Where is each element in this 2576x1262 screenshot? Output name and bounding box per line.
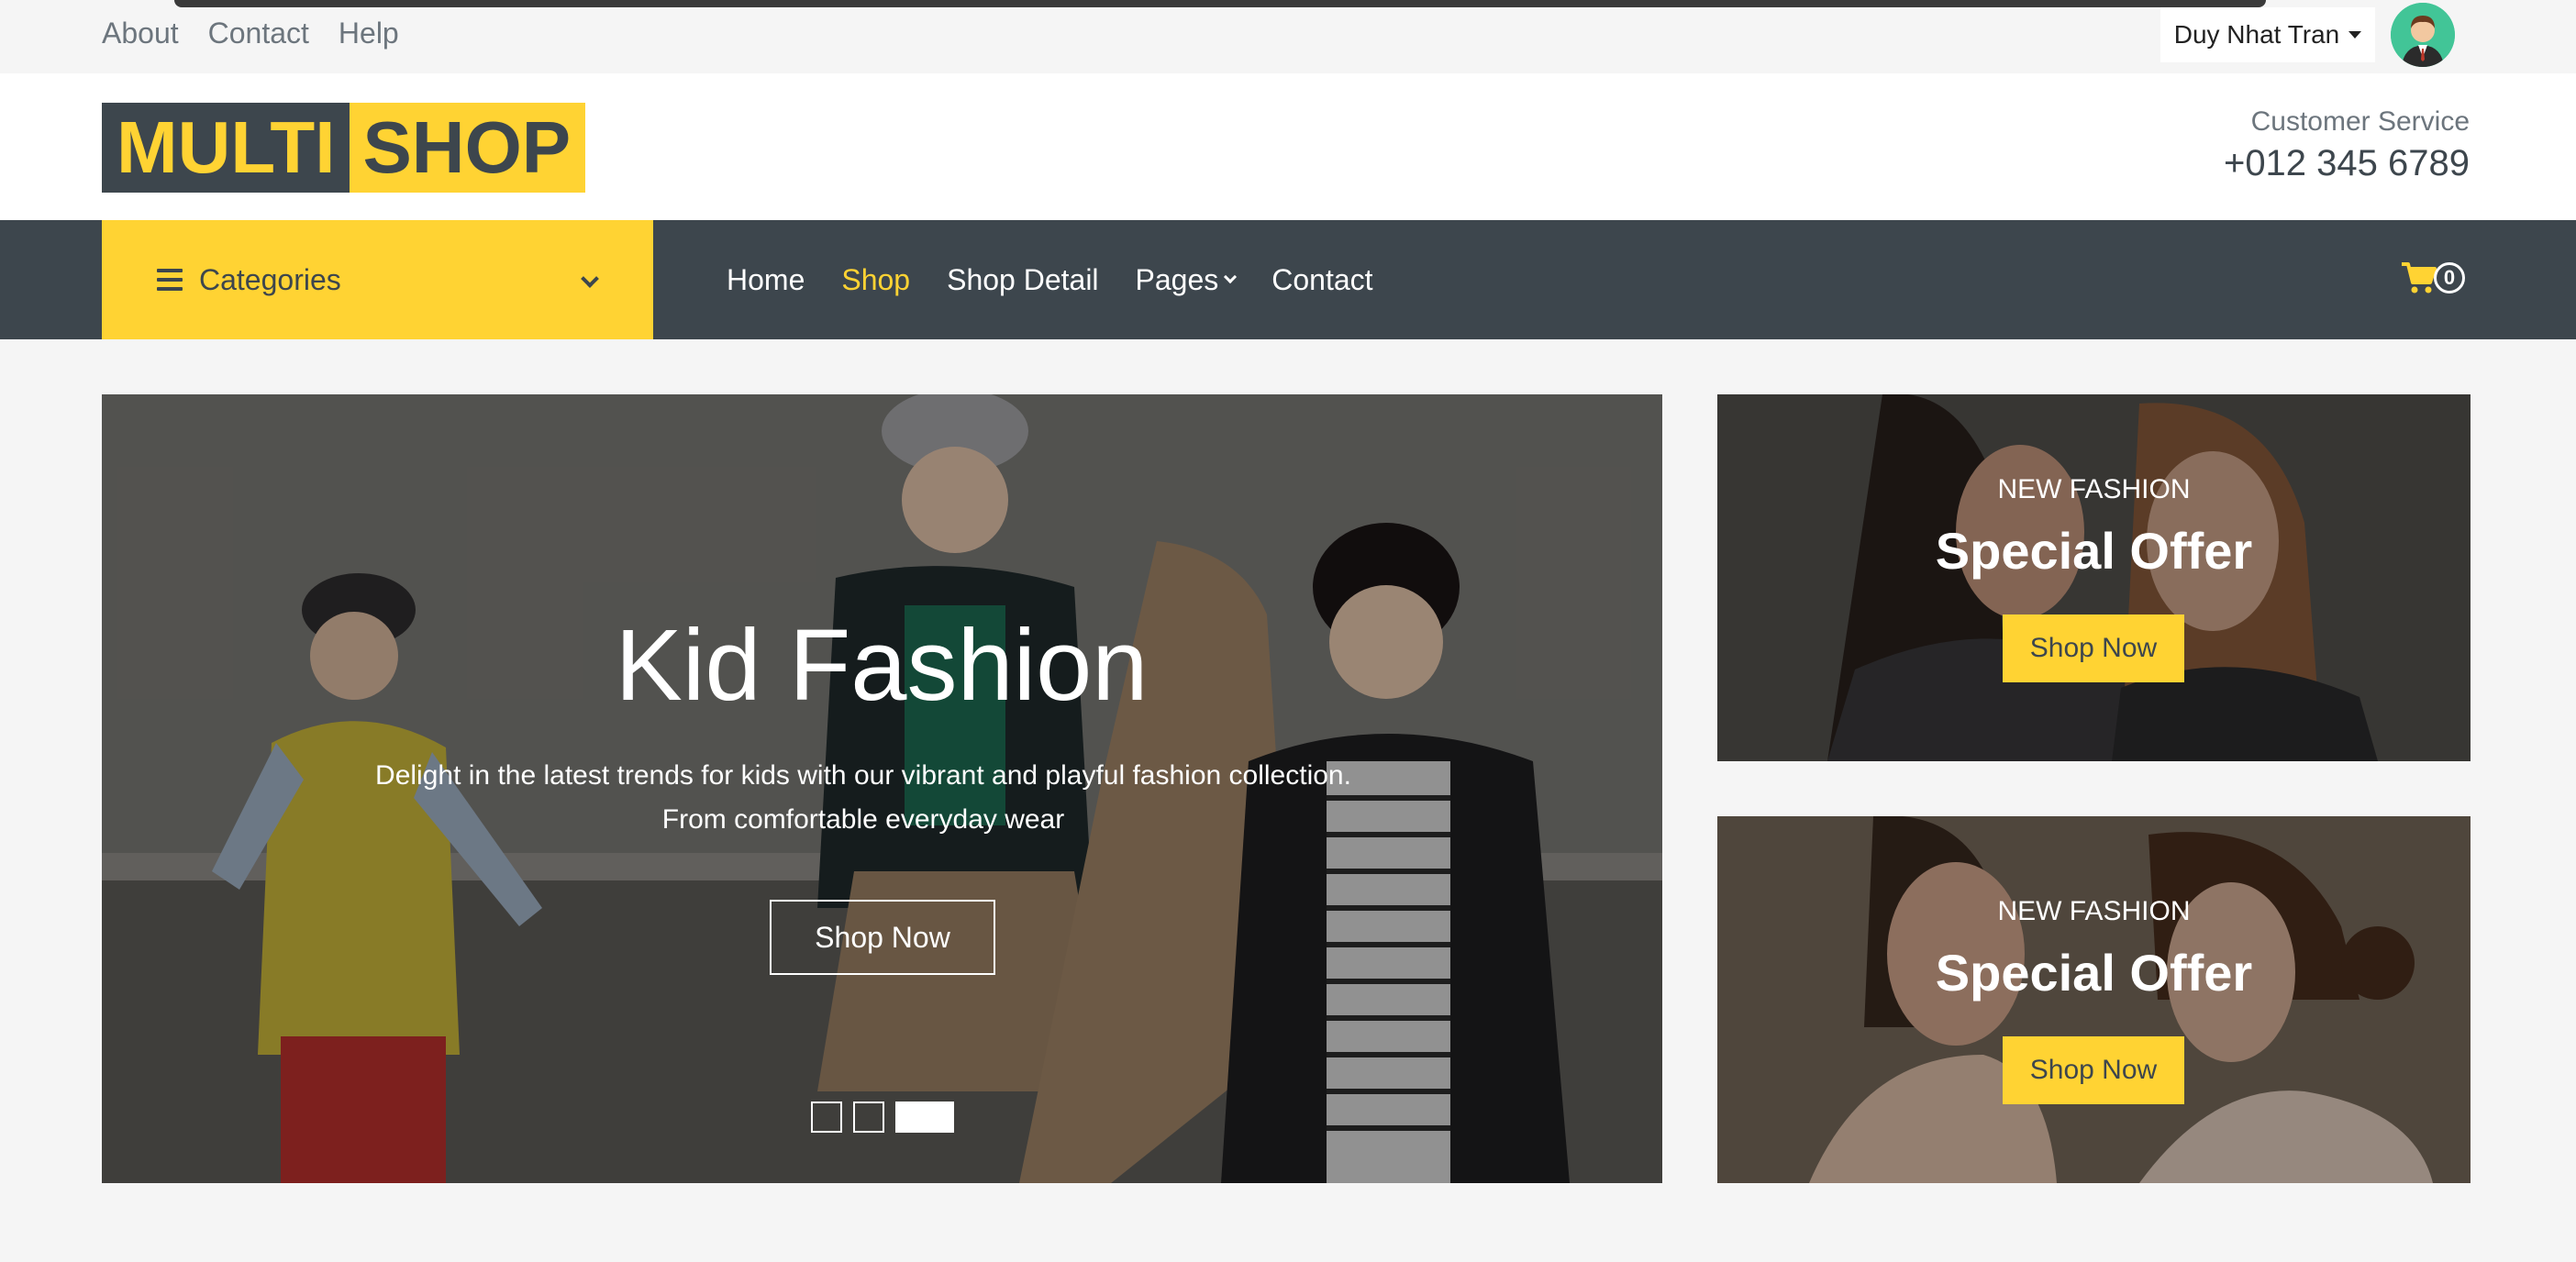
carousel-indicators bbox=[811, 1101, 954, 1133]
site-header: MULTI SHOP Customer Service +012 345 678… bbox=[0, 73, 2576, 220]
cart-icon bbox=[2402, 262, 2437, 293]
nav-link-home[interactable]: Home bbox=[727, 263, 805, 297]
customer-service-label: Customer Service bbox=[2250, 106, 2470, 137]
carousel-title: Kid Fashion bbox=[615, 609, 1149, 722]
user-name: Duy Nhat Tran bbox=[2173, 20, 2340, 49]
chevron-down-icon bbox=[1224, 270, 1238, 284]
main-nav: Categories Home Shop Shop Detail Pages C… bbox=[0, 220, 2576, 339]
top-links: About Contact Help bbox=[102, 17, 399, 50]
carousel-indicator-1[interactable] bbox=[811, 1101, 842, 1133]
categories-label: Categories bbox=[199, 262, 341, 296]
logo[interactable]: MULTI SHOP bbox=[102, 103, 586, 193]
nav-link-pages[interactable]: Pages bbox=[1135, 262, 1238, 297]
page: About Contact Help Duy Nhat Tran MULTI S… bbox=[0, 0, 2576, 1262]
user-dropdown[interactable]: Duy Nhat Tran bbox=[2160, 7, 2375, 62]
hero-carousel: Kid Fashion Delight in the latest trends… bbox=[102, 394, 1662, 1183]
browser-edge-strip bbox=[174, 0, 2266, 7]
caret-down-icon bbox=[2348, 31, 2362, 39]
offer-card-2: NEW FASHION Special Offer Shop Now bbox=[1717, 816, 2471, 1183]
offer-shop-now-button-1[interactable]: Shop Now bbox=[2003, 614, 2184, 682]
offer-shop-now-button-2[interactable]: Shop Now bbox=[2003, 1036, 2184, 1104]
nav-link-contact[interactable]: Contact bbox=[1271, 263, 1372, 297]
top-bar: About Contact Help Duy Nhat Tran bbox=[0, 0, 2576, 73]
top-link-help[interactable]: Help bbox=[339, 17, 399, 50]
offer-kicker-2: NEW FASHION bbox=[1997, 896, 2191, 926]
nav-links: Home Shop Shop Detail Pages Contact bbox=[727, 220, 1373, 339]
top-link-contact[interactable]: Contact bbox=[208, 17, 309, 50]
cart-count-badge: 0 bbox=[2434, 262, 2465, 293]
carousel-shop-now-button[interactable]: Shop Now bbox=[770, 900, 995, 975]
carousel-indicator-3[interactable] bbox=[895, 1101, 954, 1133]
offer-title-2: Special Offer bbox=[1935, 944, 2253, 1002]
carousel-indicator-2[interactable] bbox=[853, 1101, 884, 1133]
top-link-about[interactable]: About bbox=[102, 17, 179, 50]
offer-kicker-1: NEW FASHION bbox=[1997, 474, 2191, 504]
customer-service-phone: +012 345 6789 bbox=[2223, 143, 2470, 183]
logo-part-multi: MULTI bbox=[102, 103, 350, 193]
nav-link-shop-detail[interactable]: Shop Detail bbox=[947, 263, 1098, 297]
customer-service: Customer Service +012 345 6789 bbox=[2224, 106, 2470, 184]
hamburger-icon bbox=[157, 269, 183, 291]
carousel-description: Delight in the latest trends for kids wi… bbox=[375, 760, 1351, 835]
offer-card-1: NEW FASHION Special Offer Shop Now bbox=[1717, 394, 2471, 761]
categories-toggle[interactable]: Categories bbox=[102, 220, 653, 339]
cart-button[interactable]: 0 bbox=[2401, 261, 2465, 294]
avatar[interactable] bbox=[2391, 3, 2455, 67]
logo-part-shop: SHOP bbox=[350, 103, 586, 193]
chevron-down-icon bbox=[581, 270, 599, 288]
offer-title-1: Special Offer bbox=[1935, 522, 2253, 580]
nav-link-shop[interactable]: Shop bbox=[841, 263, 910, 297]
nav-link-pages-label: Pages bbox=[1135, 262, 1219, 296]
